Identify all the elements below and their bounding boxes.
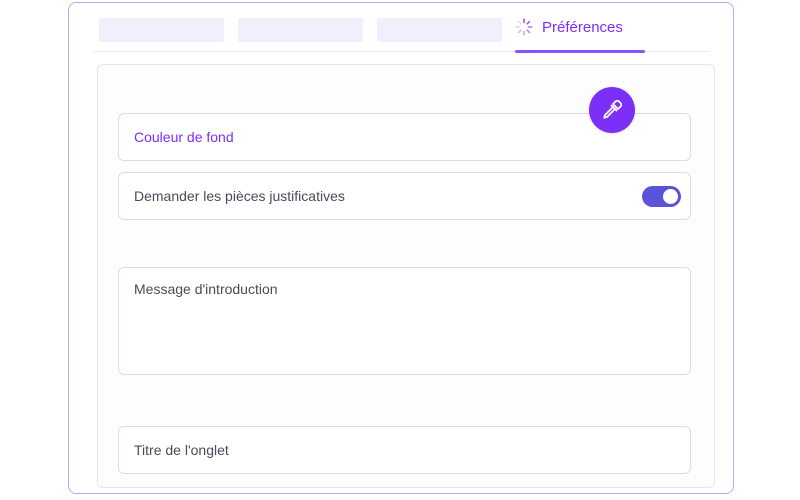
tab-preferences[interactable]: Préférences	[515, 3, 645, 53]
toggle-knob	[663, 189, 678, 204]
tab-preferences-label: Préférences	[542, 18, 623, 36]
tab-title-placeholder: Titre de l'onglet	[134, 442, 229, 458]
request-documents-label: Demander les pièces justificatives	[134, 188, 345, 204]
preferences-window: Préférences Couleur de fond Demander les…	[68, 2, 734, 494]
tab-title-input[interactable]: Titre de l'onglet	[118, 426, 691, 474]
intro-message-textarea[interactable]: Message d'introduction	[118, 267, 691, 375]
tab-placeholder-1[interactable]	[99, 18, 224, 42]
spinner-icon	[515, 18, 533, 36]
intro-message-placeholder: Message d'introduction	[134, 281, 278, 297]
color-picker-button[interactable]	[589, 87, 635, 133]
active-tab-indicator	[515, 50, 645, 53]
background-color-label: Couleur de fond	[134, 129, 234, 145]
tab-placeholder-3[interactable]	[377, 18, 502, 42]
eyedropper-icon	[603, 99, 623, 119]
tab-placeholder-2[interactable]	[238, 18, 363, 42]
request-documents-row: Demander les pièces justificatives	[118, 172, 691, 220]
request-documents-toggle[interactable]	[642, 186, 681, 207]
tab-bar: Préférences	[93, 3, 709, 53]
